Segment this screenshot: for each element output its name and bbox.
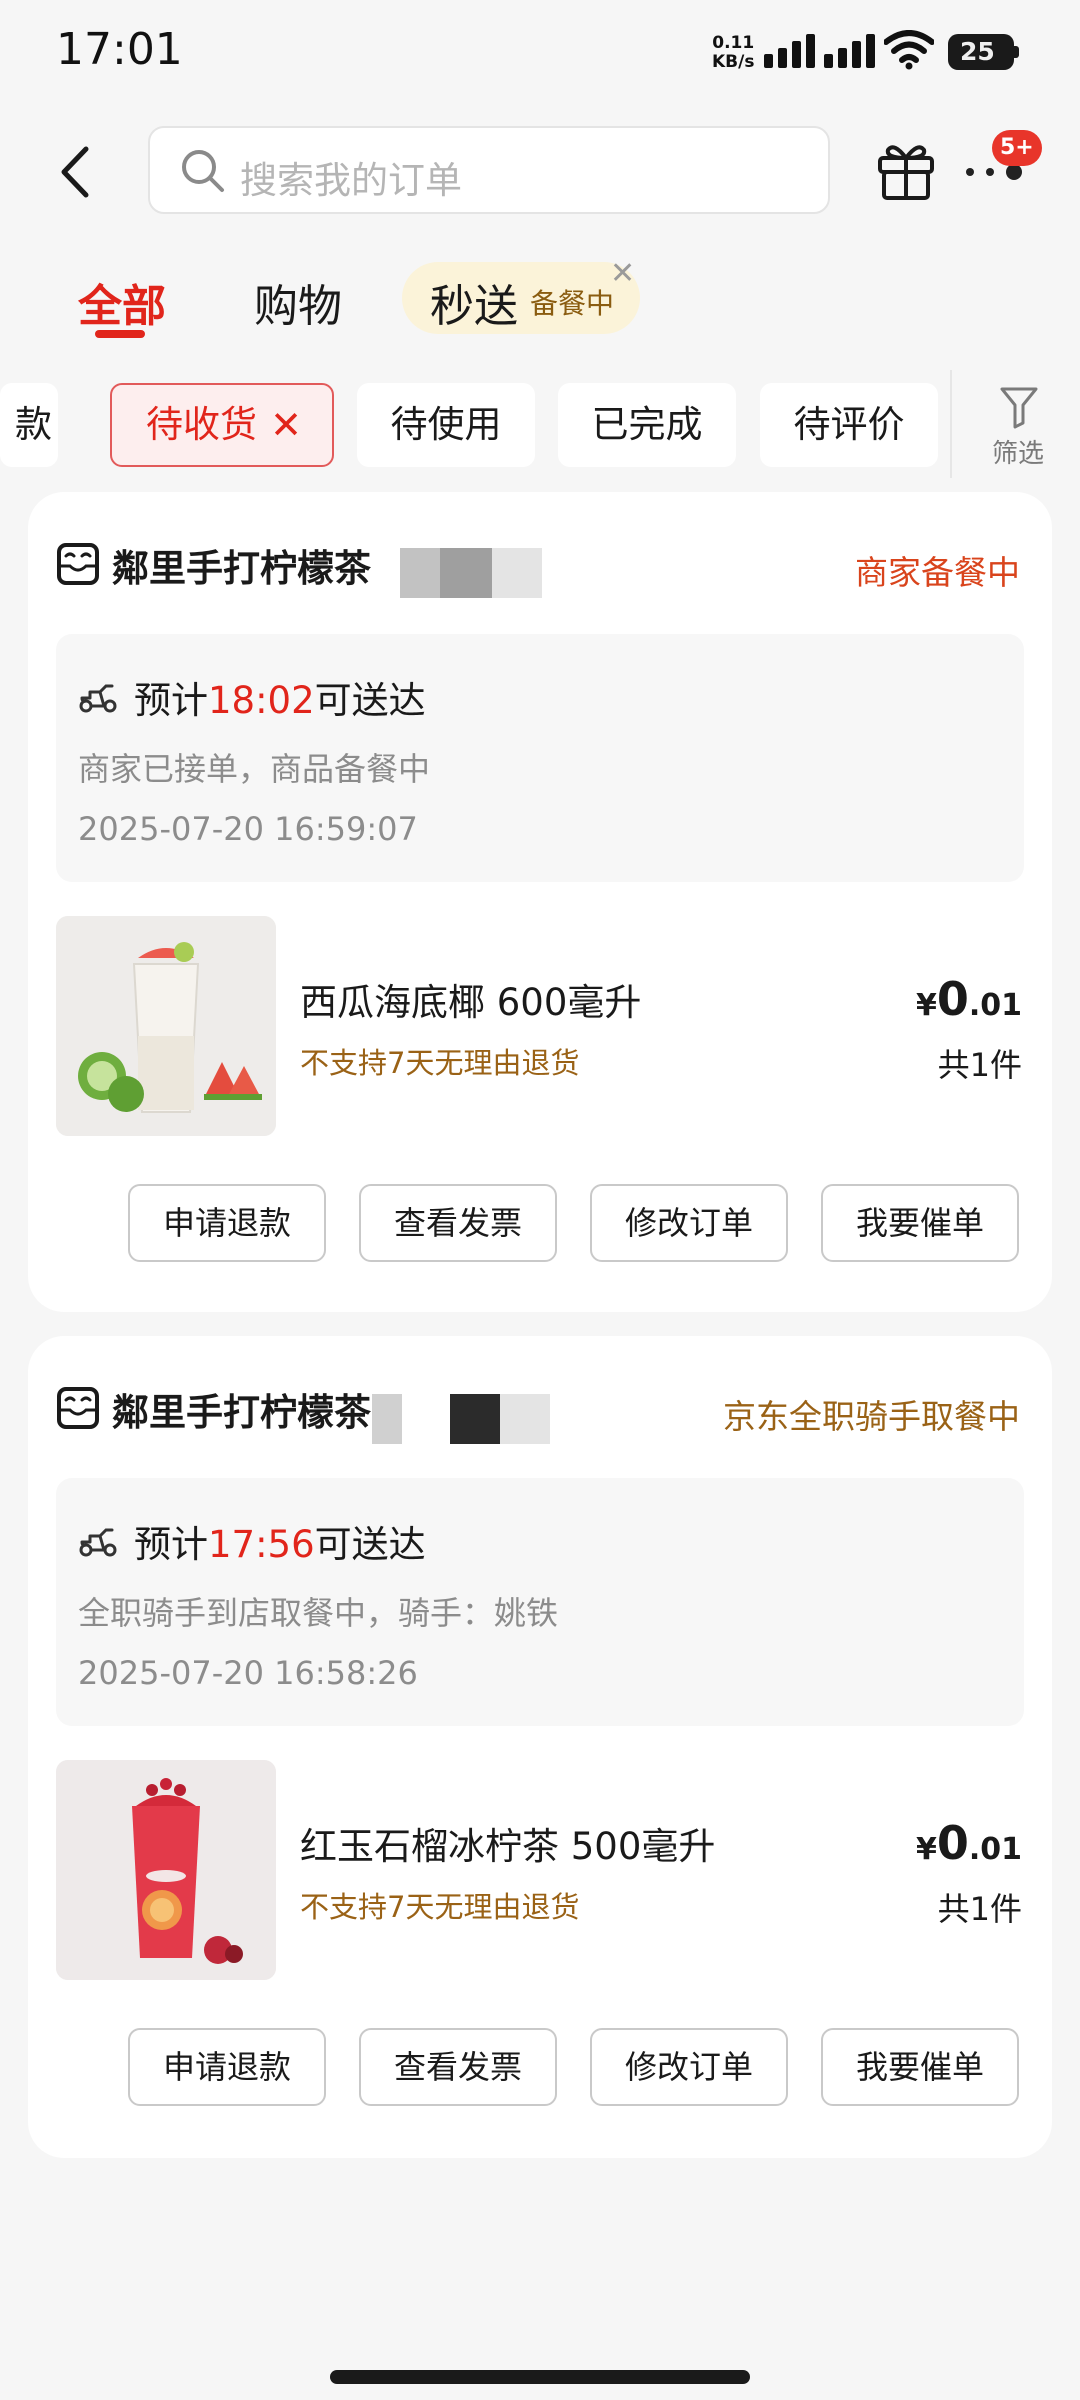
wifi-icon xyxy=(884,30,934,70)
product-image[interactable] xyxy=(56,916,276,1136)
signal-icon xyxy=(764,34,815,68)
store-name[interactable]: 鄰里手打柠檬茶 xyxy=(112,538,371,592)
network-speed-unit: KB/s xyxy=(712,52,755,72)
return-policy: 不支持7天无理由退货 xyxy=(300,1046,580,1080)
filter-icon xyxy=(1000,387,1038,429)
home-indicator[interactable] xyxy=(330,2370,750,2384)
order-time: 2025-07-20 16:59:07 xyxy=(78,810,418,848)
return-policy: 不支持7天无理由退货 xyxy=(300,1890,580,1924)
filter-button[interactable]: 筛选 xyxy=(984,385,1054,471)
status-time: 17:01 xyxy=(56,24,183,75)
store-icon xyxy=(57,1387,99,1429)
scooter-icon xyxy=(79,1528,117,1557)
eta-suffix: 可送达 xyxy=(314,679,426,722)
urge-order-button[interactable]: 我要催单 xyxy=(821,1184,1019,1262)
refund-button[interactable]: 申请退款 xyxy=(128,2028,326,2106)
tab-shopping[interactable]: 购物 xyxy=(254,270,342,334)
product-name[interactable]: 红玉石榴冰柠茶 500毫升 xyxy=(300,1816,715,1870)
eta-prefix: 预计 xyxy=(134,1523,208,1566)
search-placeholder: 搜索我的订单 xyxy=(240,159,462,202)
product-name[interactable]: 西瓜海底椰 600毫升 xyxy=(300,972,641,1026)
eta-suffix: 可送达 xyxy=(314,1523,426,1566)
filter-chip-completed[interactable]: 已完成 xyxy=(558,383,736,467)
chevron-left-icon xyxy=(61,146,89,198)
tab-flash-delivery[interactable]: 秒送 备餐中 ✕ xyxy=(402,256,640,334)
store-icon xyxy=(57,543,99,585)
more-icon xyxy=(966,164,1022,180)
order-card[interactable]: 鄰里手打柠檬茶 京东全职骑手取餐中 预计17:56可送达 全职骑手到店取餐中，骑… xyxy=(28,1336,1052,2158)
view-invoice-button[interactable]: 查看发票 xyxy=(359,2028,557,2106)
eta-line: 预计17:56可送达 xyxy=(134,1514,426,1568)
blurred-region xyxy=(400,548,440,598)
filter-label: 筛选 xyxy=(992,439,1045,469)
close-icon[interactable]: ✕ xyxy=(270,385,302,465)
status-bar: 17:01 0.11 KB/s 25 xyxy=(0,0,1080,105)
tab-active-indicator xyxy=(95,330,145,338)
order-time: 2025-07-20 16:58:26 xyxy=(78,1654,418,1692)
search-icon xyxy=(182,150,224,192)
modify-order-button[interactable]: 修改订单 xyxy=(590,2028,788,2106)
tab-flash-status: 备餐中 xyxy=(530,287,615,320)
order-card[interactable]: 鄰里手打柠檬茶 商家备餐中 预计18:02可送达 商家已接单，商品备餐中 202… xyxy=(28,492,1052,1312)
order-status: 京东全职骑手取餐中 xyxy=(723,1397,1020,1436)
blurred-region xyxy=(450,1394,500,1444)
product-image[interactable] xyxy=(56,1760,276,1980)
search-input[interactable]: 搜索我的订单 xyxy=(148,126,830,214)
refund-button[interactable]: 申请退款 xyxy=(128,1184,326,1262)
scooter-icon xyxy=(79,684,117,713)
filter-chip-to-use[interactable]: 待使用 xyxy=(357,383,535,467)
store-name[interactable]: 鄰里手打柠檬茶 xyxy=(112,1382,371,1436)
delivery-info[interactable]: 预计18:02可送达 商家已接单，商品备餐中 2025-07-20 16:59:… xyxy=(56,634,1024,882)
back-button[interactable] xyxy=(50,135,100,209)
product-quantity: 共1件 xyxy=(937,1046,1022,1084)
gift-button[interactable] xyxy=(876,138,936,202)
blurred-region xyxy=(500,1394,550,1444)
delivery-note: 商家已接单，商品备餐中 xyxy=(78,750,431,788)
filter-chip-partial[interactable]: 款 xyxy=(0,383,58,467)
product-price: ¥0.01 xyxy=(915,972,1022,1026)
divider xyxy=(950,370,952,478)
tab-all[interactable]: 全部 xyxy=(78,270,166,334)
delivery-info[interactable]: 预计17:56可送达 全职骑手到店取餐中，骑手：姚铁 2025-07-20 16… xyxy=(56,1478,1024,1726)
eta-prefix: 预计 xyxy=(134,679,208,722)
tab-flash-label: 秒送 xyxy=(430,281,518,332)
product-quantity: 共1件 xyxy=(937,1890,1022,1928)
delivery-note: 全职骑手到店取餐中，骑手：姚铁 xyxy=(78,1594,559,1632)
order-status: 商家备餐中 xyxy=(855,553,1020,592)
eta-line: 预计18:02可送达 xyxy=(134,670,426,724)
filter-chip-to-receive[interactable]: 待收货 ✕ xyxy=(110,383,334,467)
urge-order-button[interactable]: 我要催单 xyxy=(821,2028,1019,2106)
drink-image xyxy=(56,916,276,1136)
view-invoice-button[interactable]: 查看发票 xyxy=(359,1184,557,1262)
battery-icon: 25 xyxy=(948,34,1020,70)
blurred-region xyxy=(492,548,542,598)
drink-image xyxy=(56,1760,276,1980)
message-badge: 5+ xyxy=(992,130,1042,166)
modify-order-button[interactable]: 修改订单 xyxy=(590,1184,788,1262)
signal-icon xyxy=(824,34,875,68)
network-speed-value: 0.11 xyxy=(712,33,755,53)
eta-time: 17:56 xyxy=(208,1523,315,1566)
product-price: ¥0.01 xyxy=(915,1816,1022,1870)
filter-chip-to-review[interactable]: 待评价 xyxy=(760,383,938,467)
eta-time: 18:02 xyxy=(208,679,315,722)
close-icon[interactable]: ✕ xyxy=(610,256,635,291)
blurred-region xyxy=(440,548,492,598)
gift-icon xyxy=(878,145,934,200)
battery-level: 25 xyxy=(960,37,995,66)
filter-chip-label: 待收货 xyxy=(146,403,257,446)
network-speed: 0.11 KB/s xyxy=(712,34,754,72)
blurred-region xyxy=(372,1394,402,1444)
